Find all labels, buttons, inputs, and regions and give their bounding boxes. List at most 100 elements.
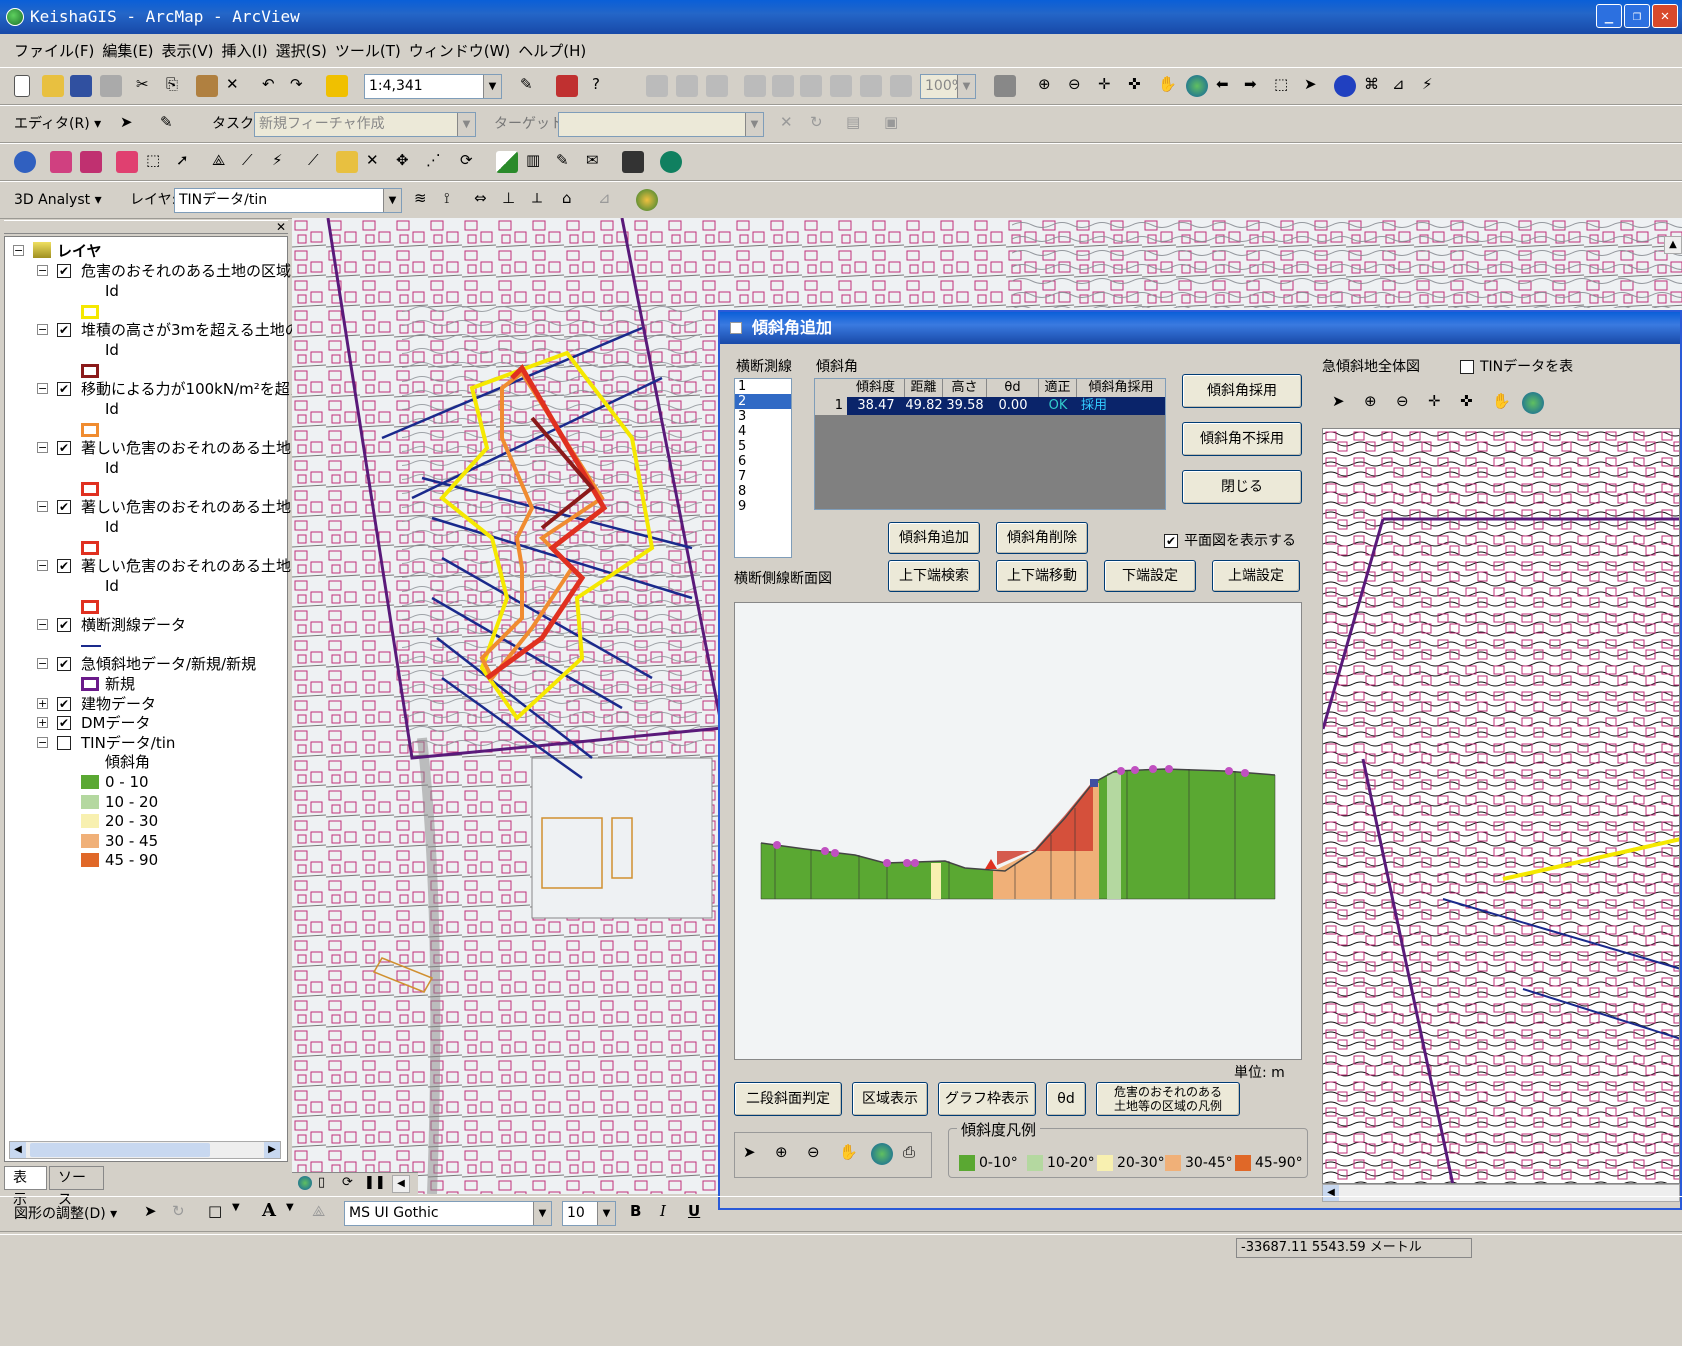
undo-icon[interactable]: ↶ — [262, 75, 286, 99]
layer-visibility-checkbox[interactable]: ✔ — [57, 382, 71, 396]
steepest-path-icon[interactable]: ⟟ — [444, 189, 468, 213]
sketch-tool-icon[interactable]: ✎ — [160, 113, 184, 137]
column-header[interactable]: 高さ — [943, 379, 987, 397]
print-graph-icon[interactable]: ⎙ — [903, 1143, 927, 1167]
collapse-icon[interactable]: − — [37, 737, 48, 748]
class-swatch[interactable] — [81, 775, 99, 789]
pan-hand-icon[interactable]: ✋ — [1492, 392, 1516, 416]
layer-visibility-checkbox[interactable]: ✔ — [57, 323, 71, 337]
select-features-icon[interactable]: ⬚ — [1274, 75, 1298, 99]
transect-list[interactable]: 1 2 3 4 5 6 7 8 9 — [734, 378, 792, 558]
class-swatch[interactable] — [81, 834, 99, 848]
scroll-left-icon[interactable]: ◀ — [10, 1142, 26, 1158]
menu-tools[interactable]: ツール(T) — [335, 36, 401, 66]
add-data-icon[interactable] — [326, 75, 350, 99]
list-item[interactable]: 1 — [735, 379, 791, 394]
fixed-zoom-in-icon[interactable]: ✛ — [1098, 75, 1122, 99]
info-icon[interactable] — [14, 151, 38, 175]
pointer-arrow-icon[interactable]: ➤ — [743, 1143, 767, 1167]
cut-icon[interactable]: ✂ — [136, 75, 160, 99]
column-header[interactable]: θd — [987, 379, 1039, 397]
layout-100-icon[interactable] — [830, 75, 854, 99]
pan-hand-icon[interactable]: ✋ — [839, 1143, 863, 1167]
select-polygon2-icon[interactable] — [80, 151, 104, 175]
underline-button[interactable]: U — [688, 1202, 712, 1226]
toc-layer-5[interactable]: − ✔ 著しい危害のおそれのある土地の[ — [37, 556, 312, 576]
chevron-down-icon[interactable]: ▼ — [597, 1202, 615, 1225]
arcscene-icon[interactable] — [636, 189, 660, 213]
forward-extent-icon[interactable]: ➡ — [1244, 75, 1268, 99]
highlight-icon[interactable]: ✎ — [556, 151, 580, 175]
table-row[interactable]: 1 38.47 49.82 39.58 0.00 OK 採用 — [815, 397, 1165, 415]
find-binoculars-icon[interactable]: ⌘ — [1364, 75, 1388, 99]
collapse-icon[interactable]: − — [37, 383, 48, 394]
refresh-view-icon[interactable]: ⟳ — [342, 1175, 353, 1190]
column-header[interactable]: 傾斜角採用 — [1077, 379, 1165, 397]
scale-combo[interactable]: 1:4,341 ▼ — [364, 74, 502, 99]
toggle-draft-icon[interactable] — [994, 75, 1018, 99]
chevron-down-icon[interactable]: ▼ — [533, 1202, 551, 1225]
maximize-button[interactable]: ❐ — [1624, 4, 1650, 28]
layout-zoom-out-icon[interactable] — [676, 75, 700, 99]
add-slope-button[interactable]: 傾斜角追加 — [888, 522, 980, 554]
zoom-in-icon[interactable]: ⊕ — [1038, 75, 1062, 99]
theta-d-button[interactable]: θd — [1046, 1082, 1086, 1116]
open-icon[interactable] — [42, 75, 66, 99]
refresh-icon[interactable]: ⟳ — [460, 151, 484, 175]
delete-icon[interactable]: ✕ — [226, 75, 250, 99]
rotate-icon[interactable]: ↻ — [172, 1202, 196, 1226]
scroll-left-icon[interactable]: ◀ — [392, 1175, 410, 1193]
menu-edit[interactable]: 編集(E) — [102, 36, 153, 66]
lower-end-marker[interactable] — [985, 859, 997, 869]
cross-section-graph[interactable] — [734, 602, 1302, 1060]
tab-source[interactable]: ソース — [49, 1166, 104, 1208]
collapse-icon[interactable]: − — [13, 245, 24, 256]
layer-symbol[interactable] — [81, 423, 99, 437]
toc-layer-4[interactable]: − ✔ 著しい危害のおそれのある土地の[ — [37, 497, 312, 517]
interpolate-point-icon[interactable]: ⊥ — [502, 189, 526, 213]
layout-view-icon[interactable]: ▯ — [318, 1175, 325, 1190]
chevron-down-icon[interactable]: ▼ — [745, 113, 763, 136]
back-extent-icon[interactable]: ⬅ — [1216, 75, 1240, 99]
cell-slope[interactable]: 38.47 — [847, 397, 905, 415]
layout-fixed-out-icon[interactable] — [800, 75, 824, 99]
upper-end-marker[interactable] — [1090, 779, 1098, 787]
zoom-out-icon[interactable]: ⊖ — [1068, 75, 1092, 99]
chevron-down-icon[interactable]: ▼ — [232, 1202, 256, 1226]
redo-icon[interactable]: ↷ — [290, 75, 314, 99]
profile-graph-icon[interactable]: ⊿ — [598, 189, 622, 213]
toc-horizontal-scrollbar[interactable]: ◀ ▶ — [9, 1141, 281, 1159]
paste-icon[interactable] — [196, 75, 220, 99]
layer-symbol[interactable] — [81, 541, 99, 555]
list-item-selected[interactable]: 2 — [735, 394, 791, 409]
hyperlink-icon[interactable]: ⚡ — [1422, 75, 1446, 99]
whats-this-icon[interactable]: ? — [592, 75, 616, 99]
contour-icon[interactable]: ≋ — [414, 189, 438, 213]
toc-layer-0[interactable]: − ✔ 危害のおそれのある土地の区域 — [37, 261, 291, 281]
minimize-button[interactable]: _ — [1596, 4, 1622, 28]
rotate-tool-icon[interactable]: ↻ — [810, 113, 834, 137]
collapse-icon[interactable]: − — [37, 560, 48, 571]
list-item[interactable]: 4 — [735, 424, 791, 439]
layer-visibility-checkbox[interactable] — [57, 736, 71, 750]
menu-view[interactable]: 表示(V) — [162, 36, 214, 66]
layer-symbol[interactable] — [81, 305, 99, 319]
column-header[interactable]: 適正 — [1039, 379, 1077, 397]
layer-visibility-checkbox[interactable]: ✔ — [57, 716, 71, 730]
split-tool-icon[interactable]: ✕ — [780, 113, 804, 137]
layout-pan-icon[interactable] — [706, 75, 730, 99]
column-header[interactable]: 距離 — [905, 379, 943, 397]
layout-full-icon[interactable] — [744, 75, 768, 99]
expand-icon[interactable]: + — [37, 717, 48, 728]
reject-slope-button[interactable]: 傾斜角不採用 — [1182, 422, 1302, 456]
measure-icon[interactable]: ⊿ — [1392, 75, 1416, 99]
pan-hand-icon[interactable]: ✋ — [1158, 75, 1182, 99]
toc-layer-2[interactable]: − ✔ 移動による力が100kN/m²を超える — [37, 379, 319, 399]
flash-icon[interactable]: ⚡ — [272, 151, 296, 175]
column-header[interactable]: 傾斜度 — [847, 379, 905, 397]
task-combo[interactable]: 新規フィーチャ作成 ▼ — [254, 112, 476, 137]
set-lower-end-button[interactable]: 下端設定 — [1104, 560, 1196, 592]
attributes-icon[interactable]: ▤ — [846, 113, 870, 137]
layer-symbol[interactable] — [81, 600, 99, 614]
table-icon[interactable]: ▥ — [526, 151, 550, 175]
